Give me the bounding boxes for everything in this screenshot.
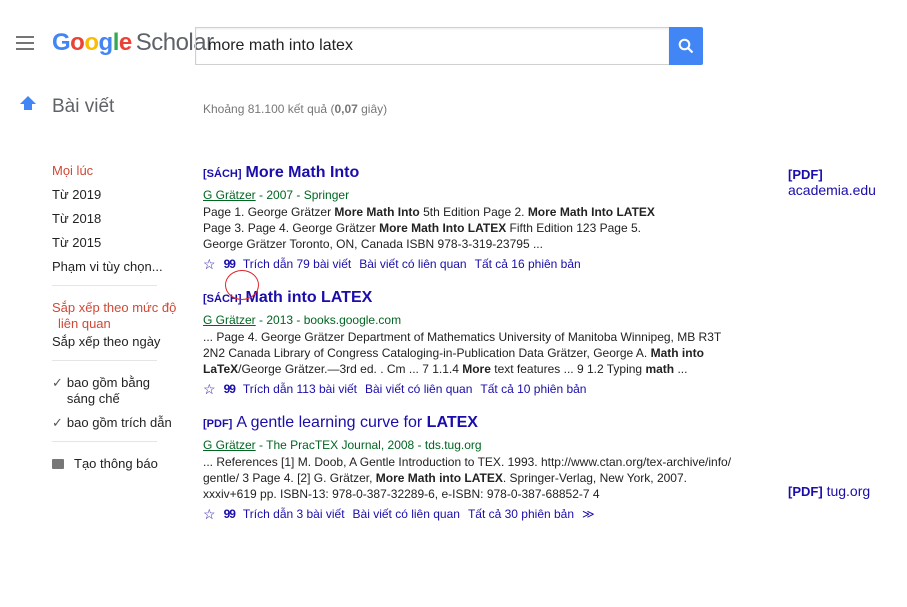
related-articles-link[interactable]: Bài viết có liên quan <box>353 504 460 524</box>
create-alert-button[interactable]: Tạo thông báo <box>52 456 182 471</box>
include-citations-checkbox[interactable]: ✓ bao gồm trích dẫn <box>52 415 182 431</box>
save-star-icon[interactable]: ☆ <box>203 379 216 399</box>
all-versions-link[interactable]: Tất cả 30 phiên bản <box>468 504 574 524</box>
result-snippet: ... References [1] M. Doob, A Gentle Int… <box>203 455 732 501</box>
results-list: [SÁCH] More Math Into G Grätzer - 2007 - … <box>203 163 743 538</box>
google-scholar-logo[interactable]: Google Scholar <box>52 29 214 57</box>
cite-quote-icon[interactable]: 99 <box>224 504 236 524</box>
result-title[interactable]: [SÁCH] More Math Into <box>203 163 743 184</box>
result-stats: Khoảng 81.100 kết quả (0,07 giây) <box>203 102 388 116</box>
all-versions-link[interactable]: Tất cả 16 phiên bản <box>475 254 581 274</box>
sort-by-date[interactable]: Sắp xếp theo ngày <box>52 334 182 350</box>
result-item: [SÁCH] More Math Into G Grätzer - 2007 - … <box>203 163 743 274</box>
result-actions: ☆ 99 Trích dẫn 79 bài viết Bài viết có l… <box>203 254 743 274</box>
cited-by-link[interactable]: Trích dẫn 113 bài viết <box>243 379 357 399</box>
save-star-icon[interactable]: ☆ <box>203 254 216 274</box>
result-item: [SÁCH] Math into LATEX G Grätzer - 2013 -… <box>203 288 743 399</box>
header: Google Scholar <box>0 0 907 90</box>
include-citations-label: bao gồm trích dẫn <box>66 415 172 430</box>
all-versions-link[interactable]: Tất cả 10 phiên bản <box>480 379 586 399</box>
fulltext-link-tug[interactable]: [PDF] tug.org <box>788 483 870 499</box>
result-item: [PDF] A gentle learning curve for LATEX G… <box>203 413 743 524</box>
time-filter-2019[interactable]: Từ 2019 <box>52 187 182 203</box>
hamburger-menu-icon[interactable] <box>16 36 34 50</box>
author-link[interactable]: G Grätzer <box>203 188 256 202</box>
fulltext-link-academia[interactable]: [PDF] academia.edu <box>788 166 907 198</box>
search-input[interactable] <box>206 28 650 64</box>
red-annotation-circle <box>225 270 259 300</box>
result-actions: ☆ 99 Trích dẫn 113 bài viết Bài viết có … <box>203 379 743 399</box>
author-link[interactable]: G Grätzer <box>203 313 256 327</box>
sidebar-divider <box>52 285 157 286</box>
result-snippet: ... Page 4. George Grätzer Department of… <box>203 330 722 376</box>
result-author-line: G Grätzer - 2007 - Springer <box>203 188 350 202</box>
checkmark-icon: ✓ <box>52 415 63 430</box>
include-patents-checkbox[interactable]: ✓ bao gồm bằng sáng chế <box>52 375 182 407</box>
result-title[interactable]: [PDF] A gentle learning curve for LATEX <box>203 413 743 434</box>
time-filter-2018[interactable]: Từ 2018 <box>52 211 182 227</box>
search-button[interactable] <box>669 27 703 65</box>
section-title: Bài viết <box>52 96 115 117</box>
result-snippet: Page 1. George Grätzer More Math Into 5t… <box>203 205 655 251</box>
sidebar: Mọi lúc Từ 2019 Từ 2018 Từ 2015 Phạm vi … <box>52 163 182 471</box>
author-link[interactable]: G Grätzer <box>203 438 256 452</box>
checkmark-icon: ✓ <box>52 375 63 390</box>
related-articles-link[interactable]: Bài viết có liên quan <box>365 379 472 399</box>
cite-quote-icon[interactable]: 99 <box>224 379 236 399</box>
envelope-icon <box>52 458 64 469</box>
result-actions: ☆ 99 Trích dẫn 3 bài viết Bài viết có li… <box>203 504 743 524</box>
time-filter-2015[interactable]: Từ 2015 <box>52 235 182 251</box>
save-star-icon[interactable]: ☆ <box>203 504 216 524</box>
sort-by-relevance[interactable]: Sắp xếp theo mức độ liên quan <box>52 300 182 332</box>
result-author-line: G Grätzer - The PracTEX Journal, 2008 - … <box>203 438 482 452</box>
search-icon <box>678 38 694 54</box>
articles-icon <box>20 96 36 119</box>
logo-google: Google <box>52 29 132 56</box>
sidebar-divider <box>52 360 157 361</box>
time-filter-any[interactable]: Mọi lúc <box>52 163 182 179</box>
cited-by-link[interactable]: Trích dẫn 79 bài viết <box>243 254 351 274</box>
sidebar-divider <box>52 441 157 442</box>
related-articles-link[interactable]: Bài viết có liên quan <box>359 254 466 274</box>
cited-by-link[interactable]: Trích dẫn 3 bài viết <box>243 504 345 524</box>
include-patents-label: bao gồm bằng sáng chế <box>66 375 151 406</box>
search-box[interactable] <box>195 27 669 65</box>
result-author-line: G Grätzer - 2013 - books.google.com <box>203 313 402 327</box>
result-title[interactable]: [SÁCH] Math into LATEX <box>203 288 743 309</box>
time-filter-custom[interactable]: Phạm vi tùy chọn... <box>52 259 182 275</box>
more-options-icon[interactable]: ≫ <box>582 504 595 524</box>
